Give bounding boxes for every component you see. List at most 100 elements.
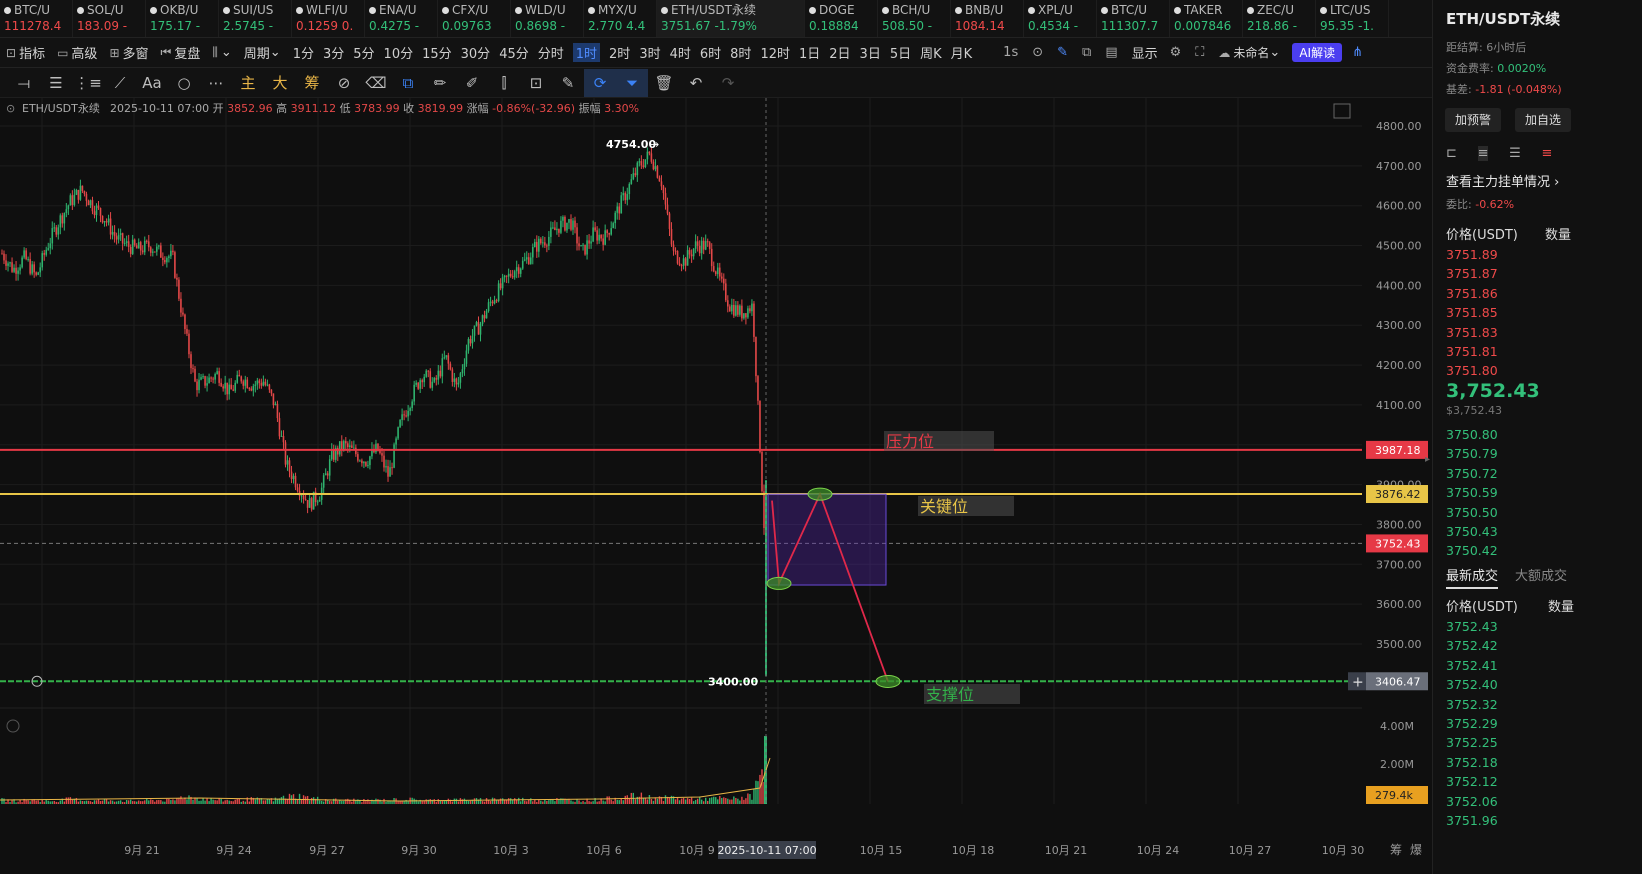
trade-row[interactable]: 3752.29	[1446, 716, 1498, 731]
layout-icon[interactable]: ▤	[1105, 45, 1117, 60]
indicators-button[interactable]: ⊡ 指标	[6, 43, 45, 63]
timeframe-15[interactable]: 1日	[799, 43, 820, 62]
trade-row[interactable]: 3752.32	[1446, 697, 1498, 712]
timeframe-20[interactable]: 月K	[951, 43, 973, 62]
ticker-3[interactable]: SUI/US 2.5745 -	[219, 0, 292, 37]
scroll-handle-icon[interactable]: ▸	[1425, 454, 1430, 465]
ticker-9[interactable]: ETH/USDT永续 3751.67 -1.79%	[657, 0, 805, 37]
timeframe-14[interactable]: 12时	[760, 43, 790, 62]
trade-row[interactable]: 3752.41	[1446, 658, 1498, 673]
ask-row[interactable]: 3751.87	[1446, 266, 1498, 281]
popout-icon[interactable]: ⧉	[1082, 45, 1091, 60]
chip-button[interactable]: 筹	[296, 72, 328, 93]
bid-row[interactable]: 3750.80	[1446, 427, 1498, 442]
camera-icon[interactable]: ⊙	[1032, 45, 1043, 60]
ask-row[interactable]: 3751.89	[1446, 247, 1498, 262]
ticker-14[interactable]: BTC/U 111307.7	[1097, 0, 1170, 37]
chip-toggle[interactable]: 筹	[1390, 843, 1402, 857]
advanced-button[interactable]: ▭ 高级	[57, 43, 97, 63]
pen-icon[interactable]: ✎	[1057, 45, 1068, 60]
bid-row[interactable]: 3750.42	[1446, 543, 1498, 558]
pivot-marker[interactable]	[807, 487, 833, 501]
trade-row[interactable]: 3751.96	[1446, 813, 1498, 828]
ticker-17[interactable]: LTC/US 95.35 -1.	[1316, 0, 1389, 37]
ask-row[interactable]: 3751.83	[1446, 325, 1498, 340]
depth-link[interactable]: 查看主力挂单情况 ›	[1446, 171, 1559, 190]
ticker-13[interactable]: XPL/U 0.4534 -	[1024, 0, 1097, 37]
timeframe-8[interactable]: 1时	[572, 43, 601, 62]
trade-row[interactable]: 3752.40	[1446, 677, 1498, 692]
trade-row[interactable]: 3752.42	[1446, 638, 1498, 653]
ticker-15[interactable]: TAKER 0.007846	[1170, 0, 1243, 37]
text-tool[interactable]: Aa	[136, 74, 168, 92]
depth-view-icons[interactable]: ⊏ ≡ ☰ ≡	[1446, 146, 1552, 161]
timeframe-11[interactable]: 4时	[670, 43, 691, 62]
ticker-2[interactable]: OKB/U 175.17 -	[146, 0, 219, 37]
sync-drawing-icon[interactable]: ⟳	[584, 68, 616, 97]
ask-row[interactable]: 3751.86	[1446, 286, 1498, 301]
ticker-0[interactable]: BTC/U 111278.4	[0, 0, 73, 37]
timeframe-3[interactable]: 10分	[384, 43, 414, 62]
replay-button[interactable]: ⏮ 复盘	[161, 43, 201, 62]
lock-icon[interactable]: ⊡	[520, 74, 552, 92]
cloud-layout-dropdown[interactable]: ☁ 未命名 ⌄	[1218, 44, 1280, 61]
ticker-7[interactable]: WLD/U 0.8698 -	[511, 0, 584, 37]
measure-icon[interactable]: ⫿	[488, 74, 520, 92]
trade-row[interactable]: 3752.18	[1446, 755, 1498, 770]
ask-row[interactable]: 3751.85	[1446, 305, 1498, 320]
timeframe-9[interactable]: 2时	[609, 43, 630, 62]
add-favorite-button[interactable]: 加自选	[1515, 108, 1571, 132]
range-box[interactable]	[767, 493, 887, 586]
period-dropdown[interactable]: 周期 ⌄	[244, 43, 281, 62]
depth-asks-icon[interactable]: ≡	[1541, 146, 1552, 161]
lines-icon[interactable]: ☰	[40, 74, 72, 92]
horizontal-ray-icon[interactable]: ⟞	[8, 74, 40, 92]
price-chart[interactable]: 压力位关键位支撑位 4754.00→ 3400.00 4800.00 4700.00 4…	[0, 98, 1430, 832]
tab-latest-trades[interactable]: 最新成交	[1446, 565, 1499, 589]
timeframe-7[interactable]: 分时	[538, 43, 564, 62]
main-force-button[interactable]: 主	[232, 72, 264, 93]
ticker-10[interactable]: DOGE 0.18884	[805, 0, 878, 37]
timeframe-19[interactable]: 周K	[920, 43, 942, 62]
bid-row[interactable]: 3750.50	[1446, 505, 1498, 520]
brush-icon[interactable]: ✏	[424, 74, 456, 92]
timeframe-5[interactable]: 30分	[461, 43, 491, 62]
trendline-icon[interactable]: ⟋	[104, 74, 136, 92]
display-button[interactable]: 显示	[1132, 43, 1158, 62]
timeframe-0[interactable]: 1分	[293, 43, 314, 62]
chart-type-button[interactable]: ⫼ ⌄	[212, 45, 231, 60]
ai-analysis-button[interactable]: AI解读	[1292, 43, 1343, 62]
fib-icon[interactable]: ⋮≡	[72, 74, 104, 92]
edit-icon[interactable]: ✎	[552, 74, 584, 92]
eraser-icon[interactable]: ⌫	[360, 74, 392, 92]
trade-row[interactable]: 3752.43	[1446, 619, 1498, 634]
copy-icon[interactable]: ⧉	[392, 74, 424, 92]
add-alert-button[interactable]: 加预警	[1445, 108, 1501, 132]
timeframe-2[interactable]: 5分	[353, 43, 374, 62]
ticker-12[interactable]: BNB/U 1084.14	[951, 0, 1024, 37]
bid-row[interactable]: 3750.72	[1446, 466, 1498, 481]
filter-icon[interactable]: ⏷	[616, 68, 648, 97]
trade-row[interactable]: 3752.06	[1446, 794, 1498, 809]
ticker-1[interactable]: SOL/U 183.09 -	[73, 0, 146, 37]
depth-list-icon[interactable]: ☰	[1509, 146, 1521, 161]
pivot-marker[interactable]	[875, 674, 901, 688]
bid-row[interactable]: 3750.43	[1446, 524, 1498, 539]
magnet-icon[interactable]: ⊘	[328, 74, 360, 92]
timeframe-17[interactable]: 3日	[860, 43, 881, 62]
highlighter-icon[interactable]: ✐	[456, 74, 488, 92]
ticker-11[interactable]: BCH/U 508.50 -	[878, 0, 951, 37]
undo-icon[interactable]: ↶	[680, 74, 712, 92]
multi-window-button[interactable]: ⊞ 多窗	[109, 43, 148, 63]
trade-row[interactable]: 3752.25	[1446, 735, 1498, 750]
ask-row[interactable]: 3751.81	[1446, 344, 1498, 359]
depth-bids-icon[interactable]: ≡	[1477, 146, 1489, 161]
timeframe-6[interactable]: 45分	[499, 43, 529, 62]
tab-big-trades[interactable]: 大额成交	[1515, 565, 1567, 584]
trade-row[interactable]: 3752.12	[1446, 774, 1498, 789]
timeframe-1[interactable]: 3分	[323, 43, 344, 62]
bid-row[interactable]: 3750.59	[1446, 485, 1498, 500]
trash-icon[interactable]: 🗑	[648, 74, 680, 92]
liquidation-toggle[interactable]: 爆	[1410, 843, 1422, 857]
timeframe-10[interactable]: 3时	[639, 43, 660, 62]
